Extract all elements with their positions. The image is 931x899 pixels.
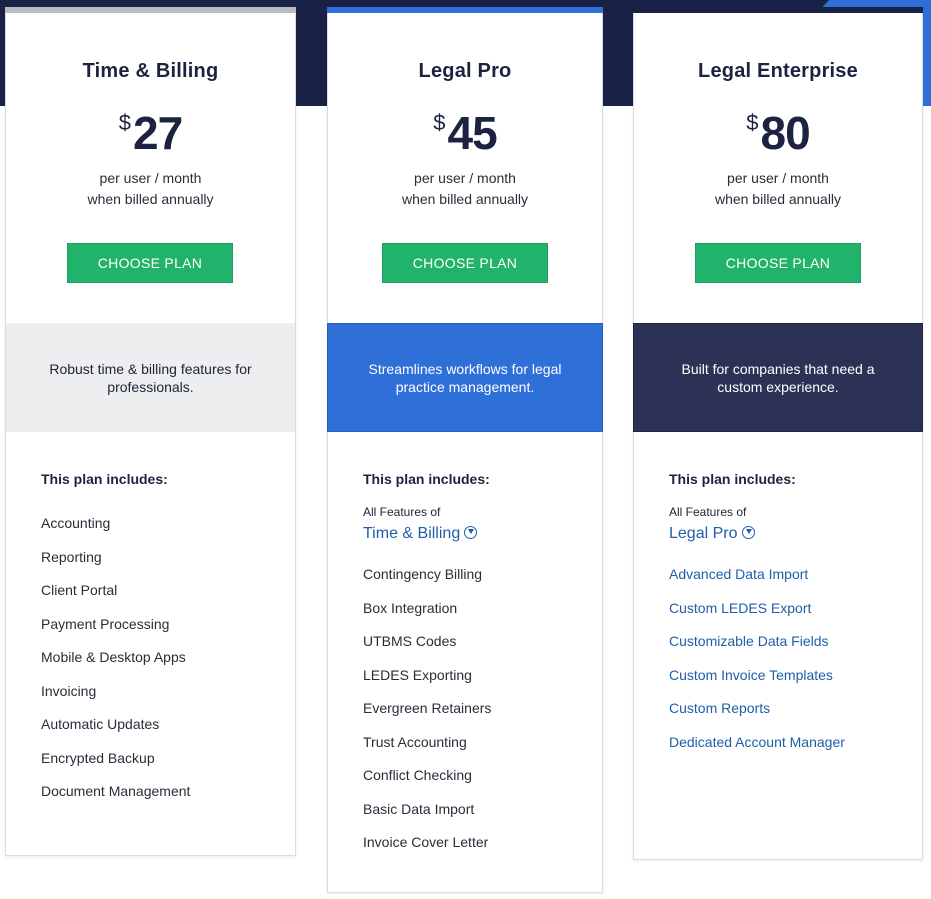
choose-plan-button[interactable]: CHOOSE PLAN — [695, 243, 861, 283]
currency-symbol: $ — [746, 110, 759, 135]
billing-terms: per user / month when billed annually — [6, 168, 295, 210]
feature-item: Invoice Cover Letter — [363, 834, 489, 850]
plan-card-time-billing: Time & Billing $27 per user / month when… — [5, 7, 296, 856]
feature-list: Accounting Reporting Client Portal Payme… — [41, 514, 190, 816]
feature-item: Invoicing — [41, 682, 97, 699]
price-amount: 80 — [760, 107, 811, 159]
feature-item: Evergreen Retainers — [363, 700, 492, 716]
plan-tagline: Built for companies that need a custom e… — [633, 323, 923, 432]
billing-line: when billed annually — [401, 191, 529, 207]
billing-terms: per user / month when billed annually — [634, 168, 922, 210]
feature-list: Advanced Data Import Custom LEDES Export… — [669, 565, 845, 766]
currency-symbol: $ — [118, 110, 132, 135]
all-features-link[interactable]: Legal Pro — [669, 525, 755, 543]
billing-terms: per user / month when billed annually — [328, 168, 602, 210]
feature-item: Encrypted Backup — [41, 749, 155, 766]
card-top-accent — [327, 7, 603, 13]
all-features-link-text: Time & Billing — [363, 525, 461, 542]
billing-line: per user / month — [99, 170, 202, 186]
feature-item: Reporting — [41, 548, 102, 565]
includes-heading: This plan includes: — [669, 471, 796, 487]
all-features-of: All Features of Legal Pro — [669, 505, 755, 543]
feature-link[interactable]: Custom Reports — [669, 699, 845, 733]
plan-title: Legal Pro — [418, 60, 512, 82]
feature-item: Payment Processing — [41, 615, 170, 632]
feature-item: Client Portal — [41, 582, 118, 598]
feature-list: Contingency Billing Box Integration UTBM… — [363, 565, 491, 867]
all-features-label: All Features of — [363, 505, 441, 519]
expand-down-icon[interactable] — [464, 526, 478, 539]
currency-symbol: $ — [433, 110, 446, 135]
feature-link[interactable]: Customizable Data Fields — [669, 632, 845, 666]
all-features-link-text: Legal Pro — [669, 525, 738, 542]
plan-tagline: Streamlines workflows for legal practice… — [327, 323, 603, 432]
feature-link[interactable]: Custom LEDES Export — [669, 599, 845, 633]
choose-plan-button[interactable]: CHOOSE PLAN — [67, 243, 233, 283]
all-features-label: All Features of — [669, 505, 747, 519]
feature-link[interactable]: Advanced Data Import — [669, 565, 845, 599]
expand-down-icon[interactable] — [741, 526, 755, 539]
plan-tagline: Robust time & billing features for profe… — [6, 323, 295, 432]
all-features-of: All Features of Time & Billing — [363, 505, 478, 543]
all-features-link[interactable]: Time & Billing — [363, 525, 478, 543]
feature-item: Accounting — [41, 515, 111, 531]
plan-title: Legal Enterprise — [698, 60, 858, 82]
feature-item: Contingency Billing — [363, 566, 483, 582]
feature-item: Automatic Updates — [41, 716, 160, 732]
plan-price: $27 — [6, 106, 295, 160]
feature-item: Mobile & Desktop Apps — [41, 649, 186, 665]
feature-item: Conflict Checking — [363, 767, 472, 783]
feature-item: Basic Data Import — [363, 800, 475, 817]
includes-heading: This plan includes: — [41, 471, 168, 487]
feature-link[interactable]: Custom Invoice Templates — [669, 666, 845, 700]
billing-line: when billed annually — [714, 191, 842, 207]
feature-item: UTBMS Codes — [363, 633, 457, 649]
card-top-accent — [5, 7, 296, 13]
plan-price: $80 — [634, 106, 922, 160]
billing-line: per user / month — [727, 170, 829, 186]
plan-title: Time & Billing — [82, 60, 219, 82]
price-amount: 27 — [133, 107, 183, 159]
card-top-accent — [633, 7, 923, 13]
plan-price: $45 — [328, 106, 602, 160]
plan-card-legal-pro: Legal Pro $45 per user / month when bill… — [327, 7, 603, 893]
choose-plan-button[interactable]: CHOOSE PLAN — [382, 243, 548, 283]
feature-item: Trust Accounting — [363, 733, 467, 750]
feature-item: Document Management — [41, 783, 191, 799]
billing-line: when billed annually — [87, 191, 214, 207]
feature-item: Box Integration — [363, 599, 458, 616]
price-amount: 45 — [447, 107, 498, 159]
plan-card-legal-enterprise: Legal Enterprise $80 per user / month wh… — [633, 7, 923, 860]
feature-link[interactable]: Dedicated Account Manager — [669, 733, 845, 767]
feature-item: LEDES Exporting — [363, 666, 472, 683]
includes-heading: This plan includes: — [363, 471, 490, 487]
billing-line: per user / month — [414, 170, 516, 186]
